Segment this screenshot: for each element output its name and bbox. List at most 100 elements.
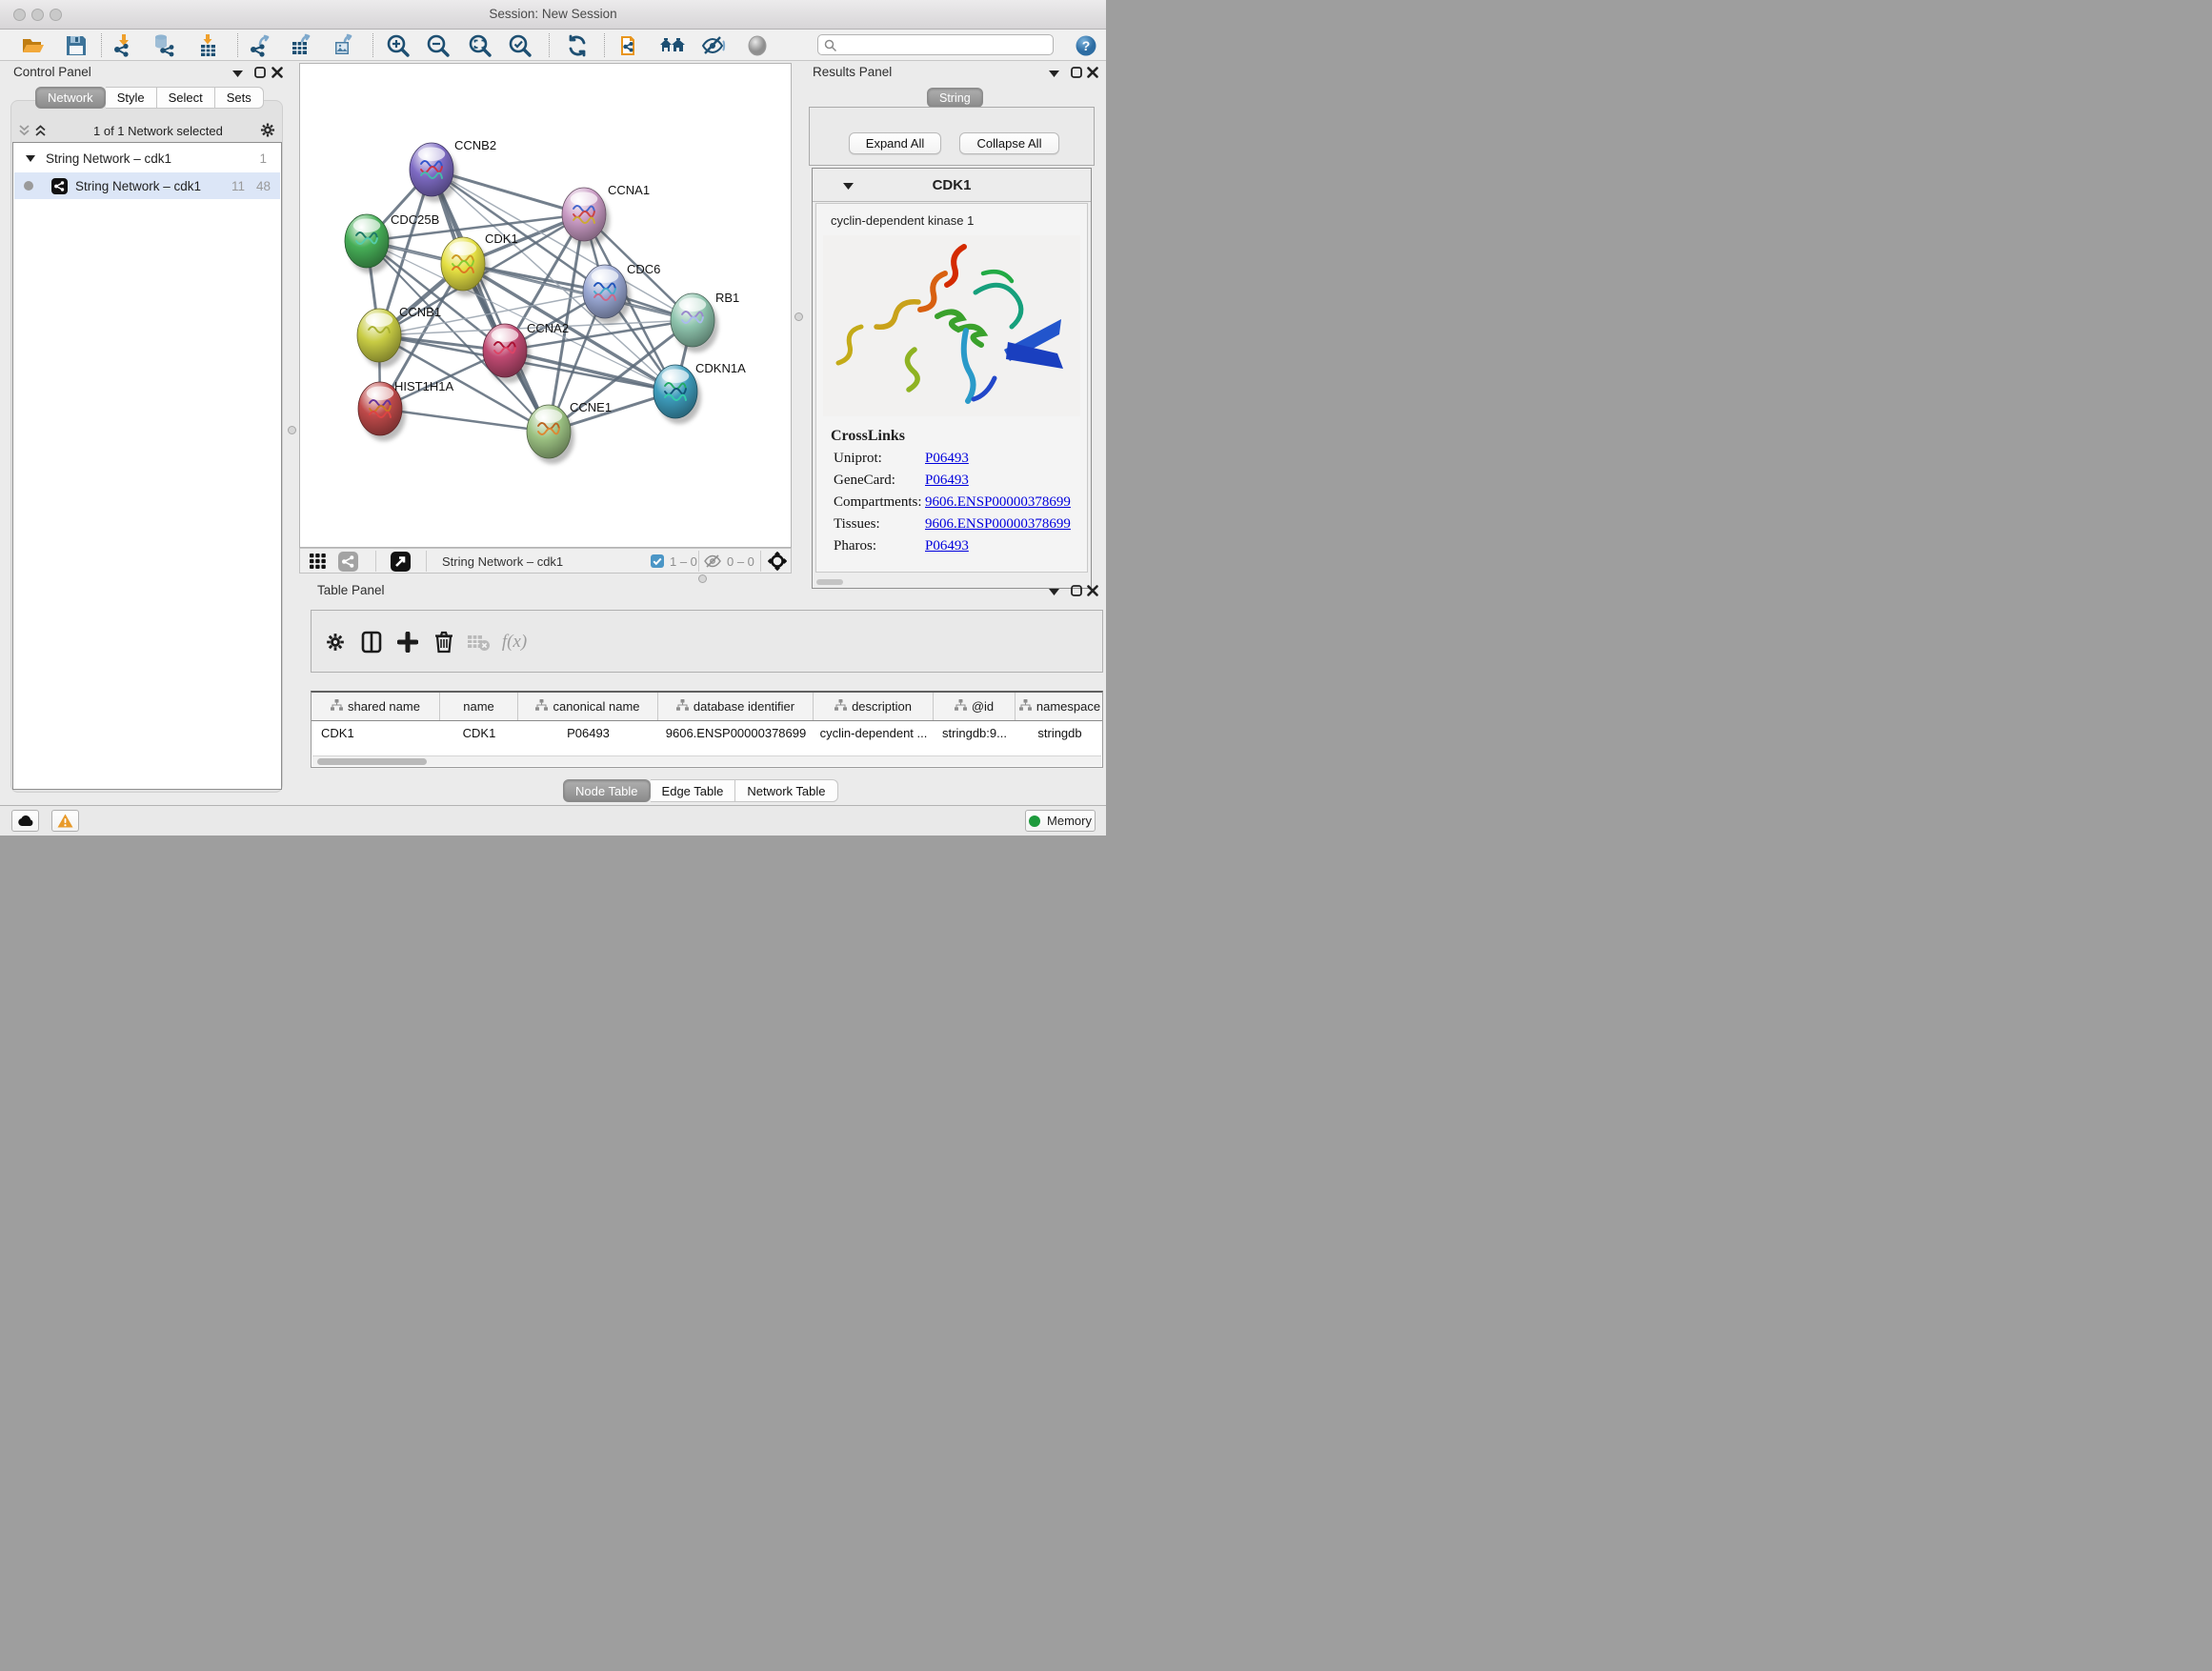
network-view-button[interactable] [338,552,358,576]
gene-section-header[interactable]: CDK1 [813,169,1091,202]
detach-view-button[interactable] [391,552,411,576]
table-cell[interactable]: cyclin-dependent ... [814,726,934,740]
network-share-icon [51,178,68,194]
grid-view-button[interactable] [310,554,326,574]
expand-all-button[interactable]: Expand All [849,132,941,154]
tab-sets[interactable]: Sets [215,87,264,109]
column-header-namespace[interactable]: namespace [1016,693,1104,720]
column-header-@id[interactable]: @id [934,693,1016,720]
crosslinks-list: Uniprot:P06493GeneCard:P06493Compartment… [816,451,1087,554]
tab-network[interactable]: Network [35,87,106,109]
export-network-button[interactable] [248,32,274,58]
table-hscroll-thumb[interactable] [317,758,427,765]
right-splitter-handle[interactable] [794,312,803,321]
tab-edge-table[interactable]: Edge Table [651,779,736,802]
node-label-rb1: RB1 [715,291,739,305]
export-image-button[interactable] [331,32,357,58]
column-header-canonical-name[interactable]: canonical name [518,693,658,720]
table-cell[interactable]: CDK1 [312,726,440,740]
column-header-database-identifier[interactable]: database identifier [658,693,814,720]
crosslink-row: Tissues:9606.ENSP00000378699 [834,516,1087,533]
zoom-selected-button[interactable] [507,32,533,58]
crosslink-link[interactable]: 9606.ENSP00000378699 [925,516,1071,533]
zoom-fit-button[interactable] [467,32,493,58]
tab-string[interactable]: String [927,88,983,108]
memory-button[interactable]: Memory [1025,810,1096,832]
import-table-from-file-button[interactable] [195,32,222,58]
network-node-rb1[interactable] [671,293,718,352]
control-panel-close-icon[interactable] [270,65,285,80]
tab-node-table[interactable]: Node Table [563,779,651,802]
table-cell[interactable]: P06493 [518,726,658,740]
tree-expander-icon[interactable] [26,154,35,162]
save-disk-icon [64,33,89,58]
crosslink-link[interactable]: 9606.ENSP00000378699 [925,494,1071,511]
results-panel-float-icon[interactable] [1069,65,1084,80]
import-network-from-database-button[interactable] [151,32,177,58]
fit-selected-button[interactable] [768,552,787,575]
network-node-ccnb2[interactable] [410,143,457,202]
homes-icon [659,33,686,58]
column-label: @id [972,699,994,714]
control-panel-menu-icon[interactable] [230,66,245,81]
network-node-ccna2[interactable] [483,324,531,383]
control-panel-float-icon[interactable] [252,65,268,80]
horizontal-splitter-handle[interactable] [698,574,707,583]
help-button[interactable]: ? [1073,32,1099,58]
import-network-from-file-button[interactable] [111,32,137,58]
table-panel-float-icon[interactable] [1069,583,1084,598]
table-cell[interactable]: 9606.ENSP00000378699 [658,726,814,740]
network-view-canvas[interactable]: CCNB2CCNA1CDC25BCDK1CDC6RB1CCNB1CCNA2CDK… [299,63,792,548]
network-collection-row[interactable]: String Network – cdk1 1 [14,145,280,171]
export-table-button[interactable] [289,32,315,58]
open-in-browser-button[interactable] [618,32,645,58]
collapse-all-networks-icon[interactable] [16,123,31,138]
delete-table-button[interactable] [464,629,493,655]
function-builder-button[interactable]: f(x) [500,629,529,655]
selected-checkbox[interactable] [651,554,664,573]
hide-graphics-details-button[interactable] [700,32,727,58]
zoom-out-button[interactable] [425,32,452,58]
table-panel-menu-icon[interactable] [1046,584,1061,599]
tab-network-table[interactable]: Network Table [735,779,837,802]
column-header-name[interactable]: name [440,693,518,720]
column-header-description[interactable]: description [814,693,934,720]
network-options-gear-icon[interactable] [260,122,275,137]
search-input[interactable] [841,36,1049,53]
table-cell[interactable]: stringdb:9... [934,726,1016,740]
open-session-button[interactable] [20,32,47,58]
hidden-items-button[interactable] [704,554,721,573]
results-panel-menu-icon[interactable] [1046,66,1061,81]
network-node-cdc6[interactable] [583,265,631,324]
table-cell[interactable]: CDK1 [440,726,518,740]
results-hscroll-thumb[interactable] [816,579,843,585]
tab-select[interactable]: Select [157,87,215,109]
warnings-button[interactable] [51,810,79,832]
column-header-shared-name[interactable]: shared name [312,693,440,720]
network-node-cdc25b[interactable] [345,214,392,273]
table-options-button[interactable] [321,629,350,655]
show-columns-button[interactable] [357,629,386,655]
add-column-button[interactable] [393,629,422,655]
left-splitter-handle[interactable] [288,426,296,434]
table-row[interactable]: CDK1CDK1P064939606.ENSP00000378699cyclin… [312,721,1102,744]
zoom-in-button[interactable] [385,32,412,58]
results-panel-close-icon[interactable] [1085,65,1100,80]
collapse-all-button[interactable]: Collapse All [959,132,1059,154]
tab-style[interactable]: Style [106,87,157,109]
presentation-sphere-button[interactable] [744,32,771,58]
table-cell[interactable]: stringdb [1016,726,1104,740]
crosslink-link[interactable]: P06493 [925,538,969,554]
network-row[interactable]: String Network – cdk1 11 48 [14,172,280,199]
crosslink-link[interactable]: P06493 [925,451,969,467]
cloud-status-button[interactable] [11,810,39,832]
show-all-views-button[interactable] [659,32,686,58]
expand-all-networks-icon[interactable] [32,123,48,138]
crosslink-link[interactable]: P06493 [925,473,969,489]
network-node-cdkn1a[interactable] [654,365,701,424]
delete-column-button[interactable] [430,629,458,655]
network-node-ccne1[interactable] [527,405,574,464]
save-session-button[interactable] [63,32,90,58]
refresh-button[interactable] [564,32,591,58]
table-panel-close-icon[interactable] [1085,583,1100,598]
